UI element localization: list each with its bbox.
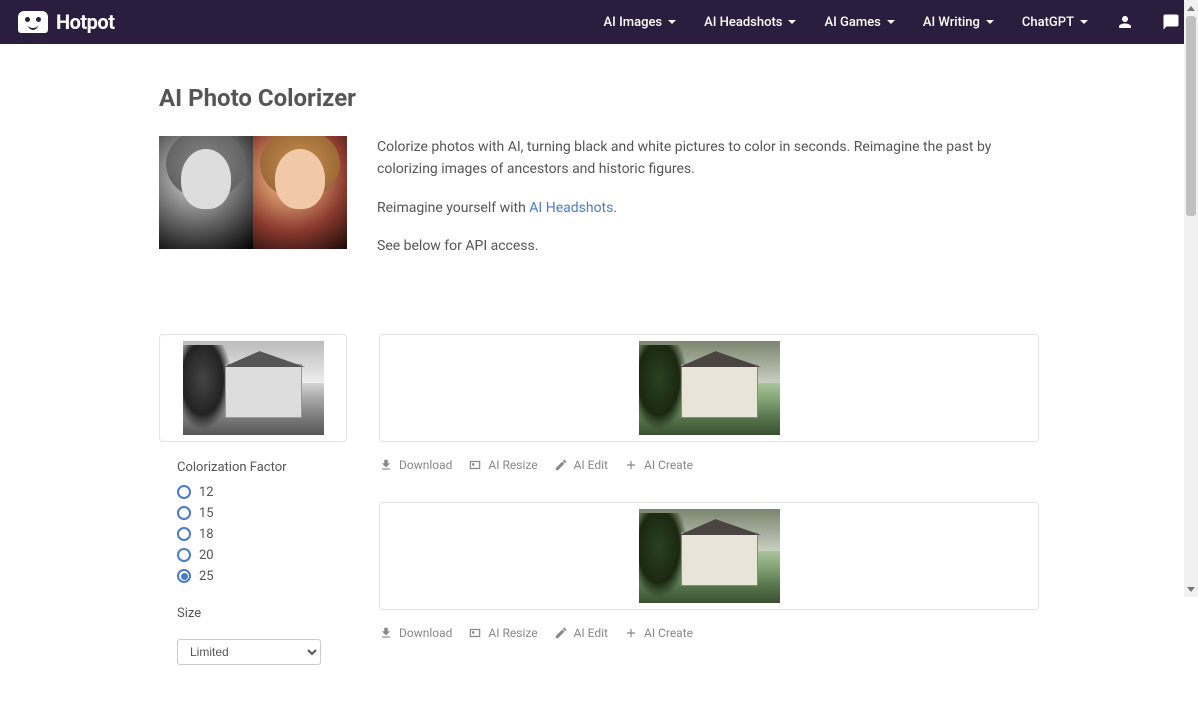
download-button[interactable]: Download xyxy=(379,458,452,472)
nav-label: AI Images xyxy=(604,15,663,30)
workzone: Colorization Factor 12 15 18 20 xyxy=(159,334,1039,683)
chat-icon[interactable] xyxy=(1162,13,1180,31)
factor-value: 15 xyxy=(199,506,214,521)
logo[interactable]: Hotpot xyxy=(18,10,114,34)
intro: Colorize photos with AI, turning black a… xyxy=(159,136,1039,274)
factor-15[interactable]: 15 xyxy=(177,506,329,521)
factor-label: Colorization Factor xyxy=(177,460,329,475)
factor-value: 12 xyxy=(199,485,214,500)
radio-icon xyxy=(177,485,191,499)
page-title: AI Photo Colorizer xyxy=(159,84,1039,112)
controls: Colorization Factor 12 15 18 20 xyxy=(159,442,347,683)
right-panel: Download AI Resize AI Edit AI Create xyxy=(379,334,1039,683)
result-image[interactable] xyxy=(639,341,780,435)
factor-value: 25 xyxy=(199,569,214,584)
scroll-up-icon[interactable] xyxy=(1184,0,1198,16)
resize-icon xyxy=(468,458,482,472)
size-block: Size Limited xyxy=(177,606,329,665)
intro-p1: Colorize photos with AI, turning black a… xyxy=(377,136,1039,181)
nav-label: AI Headshots xyxy=(704,15,782,30)
intro-p3: See below for API access. xyxy=(377,235,1039,257)
nav-ai-headshots[interactable]: AI Headshots xyxy=(704,15,796,30)
ai-edit-button[interactable]: AI Edit xyxy=(554,626,608,640)
chevron-down-icon xyxy=(788,20,796,24)
chevron-down-icon xyxy=(986,20,994,24)
download-button[interactable]: Download xyxy=(379,626,452,640)
factor-18[interactable]: 18 xyxy=(177,527,329,542)
intro-text: Colorize photos with AI, turning black a… xyxy=(377,136,1039,274)
nav-ai-writing[interactable]: AI Writing xyxy=(923,15,994,30)
create-icon xyxy=(624,458,638,472)
factor-12[interactable]: 12 xyxy=(177,485,329,500)
chevron-down-icon xyxy=(887,20,895,24)
source-image-card[interactable] xyxy=(159,334,347,442)
brand-name: Hotpot xyxy=(56,10,114,34)
download-icon xyxy=(379,458,393,472)
edit-icon xyxy=(554,626,568,640)
factor-value: 20 xyxy=(199,548,214,563)
ai-edit-button[interactable]: AI Edit xyxy=(554,458,608,472)
ai-create-button[interactable]: AI Create xyxy=(624,626,693,640)
left-panel: Colorization Factor 12 15 18 20 xyxy=(159,334,347,683)
nav-label: AI Writing xyxy=(923,15,980,30)
result-image[interactable] xyxy=(639,509,780,603)
radio-icon xyxy=(177,506,191,520)
download-icon xyxy=(379,626,393,640)
edit-icon xyxy=(554,458,568,472)
factor-value: 18 xyxy=(199,527,214,542)
nav-label: ChatGPT xyxy=(1022,15,1074,30)
radio-icon xyxy=(177,527,191,541)
nav-label: AI Games xyxy=(824,15,880,30)
intro-p2: Reimagine yourself with AI Headshots. xyxy=(377,197,1039,219)
size-label: Size xyxy=(177,606,329,621)
user-icon[interactable] xyxy=(1116,13,1134,31)
intro-image xyxy=(159,136,347,249)
page: AI Photo Colorizer Colorize photos with … xyxy=(149,44,1049,723)
ai-create-button[interactable]: AI Create xyxy=(624,458,693,472)
factor-25[interactable]: 25 xyxy=(177,569,329,584)
ai-resize-button[interactable]: AI Resize xyxy=(468,458,537,472)
chevron-down-icon xyxy=(1080,20,1088,24)
radio-icon xyxy=(177,569,191,583)
radio-icon xyxy=(177,548,191,562)
create-icon xyxy=(624,626,638,640)
result-actions-2: Download AI Resize AI Edit AI Create xyxy=(379,626,1039,670)
size-select[interactable]: Limited xyxy=(177,639,321,665)
scroll-thumb[interactable] xyxy=(1186,16,1196,216)
ai-headshots-link[interactable]: AI Headshots xyxy=(529,200,613,216)
chevron-down-icon xyxy=(668,20,676,24)
ai-resize-button[interactable]: AI Resize xyxy=(468,626,537,640)
source-image xyxy=(183,341,324,435)
result-card-2 xyxy=(379,502,1039,610)
scrollbar[interactable] xyxy=(1184,0,1198,597)
resize-icon xyxy=(468,626,482,640)
result-card-1 xyxy=(379,334,1039,442)
logo-icon xyxy=(18,11,48,33)
result-actions-1: Download AI Resize AI Edit AI Create xyxy=(379,458,1039,502)
header: Hotpot AI Images AI Headshots AI Games A… xyxy=(0,0,1198,44)
nav-ai-games[interactable]: AI Games xyxy=(824,15,894,30)
factor-20[interactable]: 20 xyxy=(177,548,329,563)
scroll-down-icon[interactable] xyxy=(1184,581,1198,597)
nav-chatgpt[interactable]: ChatGPT xyxy=(1022,15,1088,30)
nav-ai-images[interactable]: AI Images xyxy=(604,15,677,30)
nav: AI Images AI Headshots AI Games AI Writi… xyxy=(604,13,1180,31)
